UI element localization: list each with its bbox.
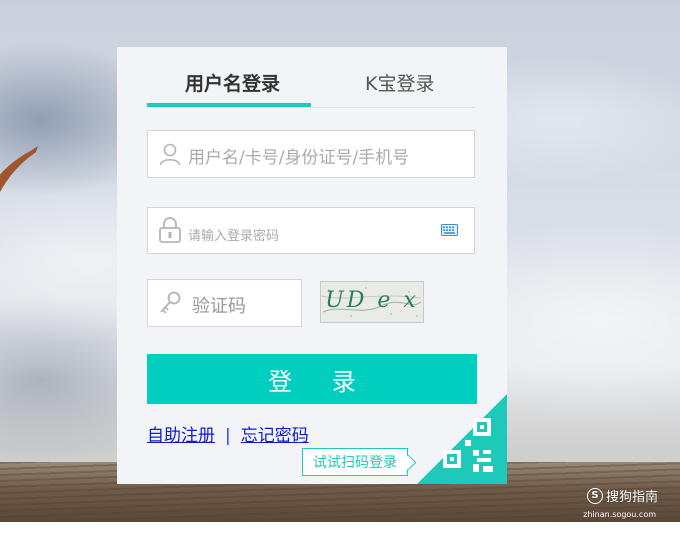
- keyboard-icon[interactable]: [441, 224, 458, 236]
- forgot-password-link[interactable]: 忘记密码: [241, 426, 309, 446]
- captcha-placeholder: 验证码: [192, 296, 246, 317]
- account-links: 自助注册 | 忘记密码: [147, 421, 309, 446]
- username-field[interactable]: 用户名/卡号/身份证号/手机号: [147, 130, 475, 178]
- key-icon: [160, 291, 181, 314]
- password-placeholder: 请输入登录密码: [188, 229, 280, 244]
- sogou-logo-icon: S: [586, 487, 603, 504]
- raised-arm-silhouette: [0, 146, 38, 193]
- active-tab-indicator: [147, 103, 311, 107]
- login-tabs: 用户名登录 K宝登录: [147, 47, 475, 108]
- sogou-watermark: S 搜狗指南: [586, 486, 658, 505]
- captcha-image[interactable]: UD e x: [320, 281, 424, 323]
- qr-login-tip[interactable]: 试试扫码登录: [302, 448, 408, 476]
- password-field[interactable]: 请输入登录密码: [147, 207, 475, 254]
- tab-username-login[interactable]: 用户名登录: [185, 69, 280, 96]
- captcha-text: UD e x: [325, 288, 419, 313]
- watermark-brand: 搜狗指南: [605, 490, 658, 505]
- username-placeholder: 用户名/卡号/身份证号/手机号: [188, 148, 410, 168]
- tab-kbao-login[interactable]: K宝登录: [365, 69, 434, 96]
- qr-code-icon[interactable]: [417, 394, 507, 484]
- watermark-url: zhinan.sogou.com: [583, 510, 656, 519]
- captcha-field[interactable]: 验证码: [147, 279, 302, 327]
- links-separator: |: [225, 426, 231, 446]
- login-panel: 用户名登录 K宝登录 用户名/卡号/身份证号/手机号 请输入登录密码 验证码 U…: [117, 47, 507, 484]
- lock-icon: [159, 217, 181, 243]
- register-link[interactable]: 自助注册: [147, 426, 215, 446]
- user-icon: [159, 143, 181, 166]
